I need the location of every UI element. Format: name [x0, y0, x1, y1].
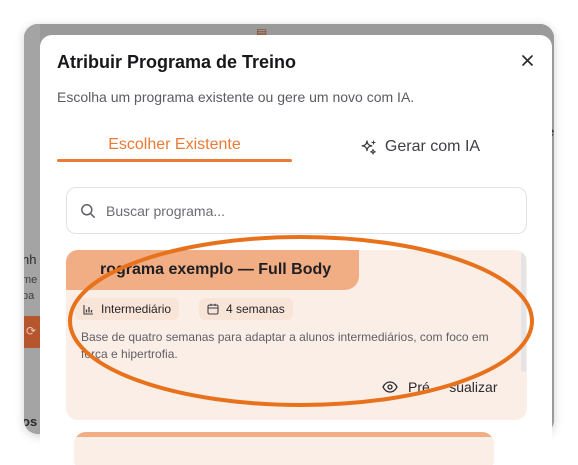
preview-button[interactable]: Pré sualizar — [382, 379, 497, 395]
level-label: Intermediário — [101, 302, 172, 316]
eye-icon — [382, 381, 398, 393]
close-icon — [521, 54, 533, 66]
tab-generate-ai[interactable]: Gerar com IA — [340, 131, 500, 163]
program-card[interactable]: rograma exemplo — Full Body Intermediári… — [66, 250, 527, 420]
search-input[interactable]: Buscar programa... — [66, 187, 527, 234]
background-text: nh — [24, 252, 37, 267]
program-title: rograma exemplo — Full Body — [100, 261, 332, 278]
background-text: os — [24, 414, 38, 429]
duration-badge: 4 semanas — [199, 298, 293, 320]
tab-label: Escolher Existente — [108, 136, 241, 153]
duration-label: 4 semanas — [226, 302, 285, 316]
dialog-title: Atribuir Programa de Treino — [57, 52, 297, 72]
program-description: Base de quatro semanas para adaptar a al… — [81, 330, 489, 361]
search-icon — [81, 203, 95, 218]
assign-program-dialog: Atribuir Programa de Treino Escolha um p… — [40, 35, 552, 465]
tab-choose-existing[interactable]: Escolher Existente — [57, 129, 292, 161]
active-tab-indicator — [57, 159, 292, 162]
level-badge: Intermediário — [75, 298, 180, 320]
background-text: pa — [24, 290, 35, 302]
refresh-icon: ⟳ — [26, 324, 37, 338]
sparkles-icon — [361, 139, 376, 155]
program-list: rograma exemplo — Full Body Intermediári… — [66, 250, 532, 465]
preview-label: Pré sualizar — [408, 379, 498, 395]
program-card[interactable] — [74, 432, 494, 465]
scrollbar[interactable] — [521, 252, 526, 372]
tab-label: Gerar com IA — [384, 138, 481, 155]
background-sidebar — [24, 24, 40, 434]
calendar-icon — [207, 303, 219, 315]
close-button[interactable] — [518, 51, 536, 69]
program-title-banner — [74, 432, 494, 437]
background-text: me — [24, 274, 38, 286]
dialog-subtitle: Escolha um programa existente ou gere um… — [57, 89, 415, 105]
search-placeholder: Buscar programa... — [106, 202, 226, 219]
bar-chart-icon — [83, 304, 93, 315]
